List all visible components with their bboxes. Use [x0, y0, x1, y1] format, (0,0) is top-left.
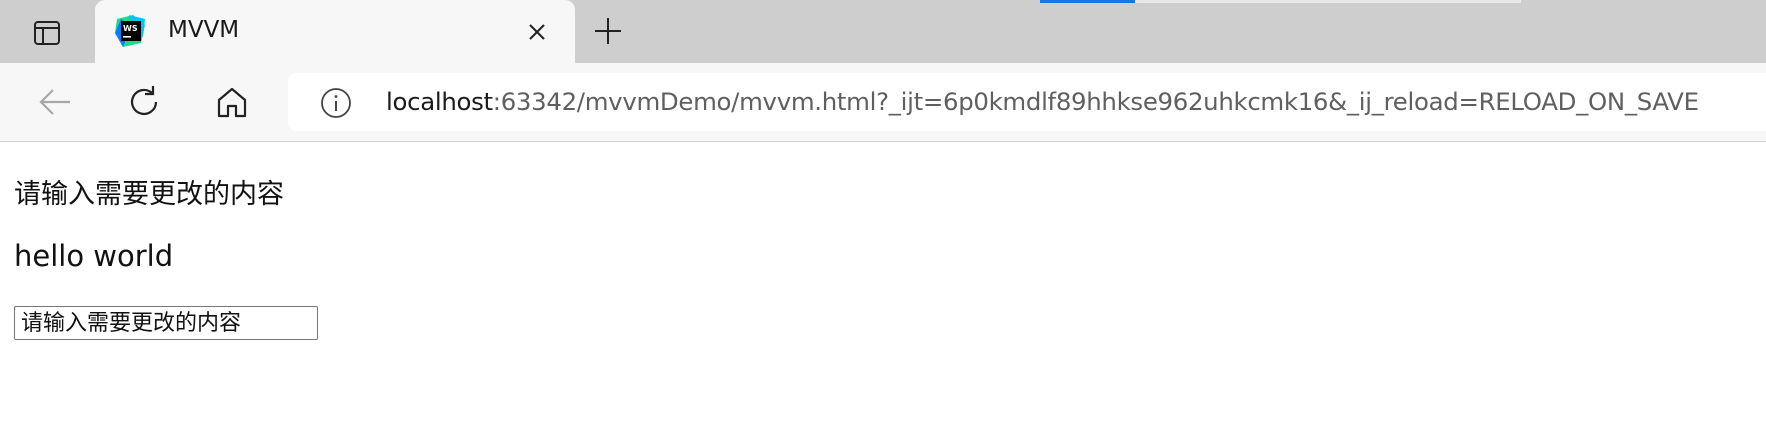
tab-actions-button[interactable]	[22, 13, 72, 53]
favicon-text: WS	[123, 24, 138, 33]
reload-icon	[130, 86, 158, 115]
browser-toolbar: localhost:63342/mvvmDemo/mvvm.html?_ijt=…	[0, 63, 1766, 142]
bound-message-text: hello world	[14, 239, 174, 273]
close-icon	[529, 24, 545, 40]
site-info-button[interactable]	[320, 87, 352, 119]
webstorm-logo-icon: WS	[115, 15, 145, 47]
reload-button[interactable]	[121, 79, 167, 125]
back-button[interactable]	[32, 79, 78, 125]
address-bar[interactable]: localhost:63342/mvvmDemo/mvvm.html?_ijt=…	[288, 73, 1766, 131]
tab-actions-icon	[34, 21, 60, 45]
new-tab-button[interactable]	[588, 11, 628, 51]
loading-indicator	[1040, 0, 1135, 3]
back-arrow-icon	[39, 89, 70, 115]
plus-icon	[595, 18, 621, 44]
url-text[interactable]: localhost:63342/mvvmDemo/mvvm.html?_ijt=…	[386, 87, 1699, 116]
url-host: localhost	[386, 87, 493, 116]
tab-mvvm[interactable]: WS MVVM	[95, 0, 575, 63]
page-content: 请输入需要更改的内容 hello world	[0, 142, 1766, 421]
info-icon	[321, 88, 351, 118]
home-button[interactable]	[209, 79, 255, 125]
tab-close-button[interactable]	[520, 15, 554, 49]
loading-track	[1135, 0, 1521, 3]
url-path: :63342/mvvmDemo/mvvm.html?_ijt=6p0kmdlf8…	[492, 87, 1699, 116]
prompt-text: 请输入需要更改的内容	[14, 179, 284, 210]
home-icon	[217, 87, 247, 118]
tab-strip: WS MVVM	[0, 0, 1766, 63]
tab-title: MVVM	[168, 17, 240, 43]
content-input[interactable]	[14, 306, 318, 340]
